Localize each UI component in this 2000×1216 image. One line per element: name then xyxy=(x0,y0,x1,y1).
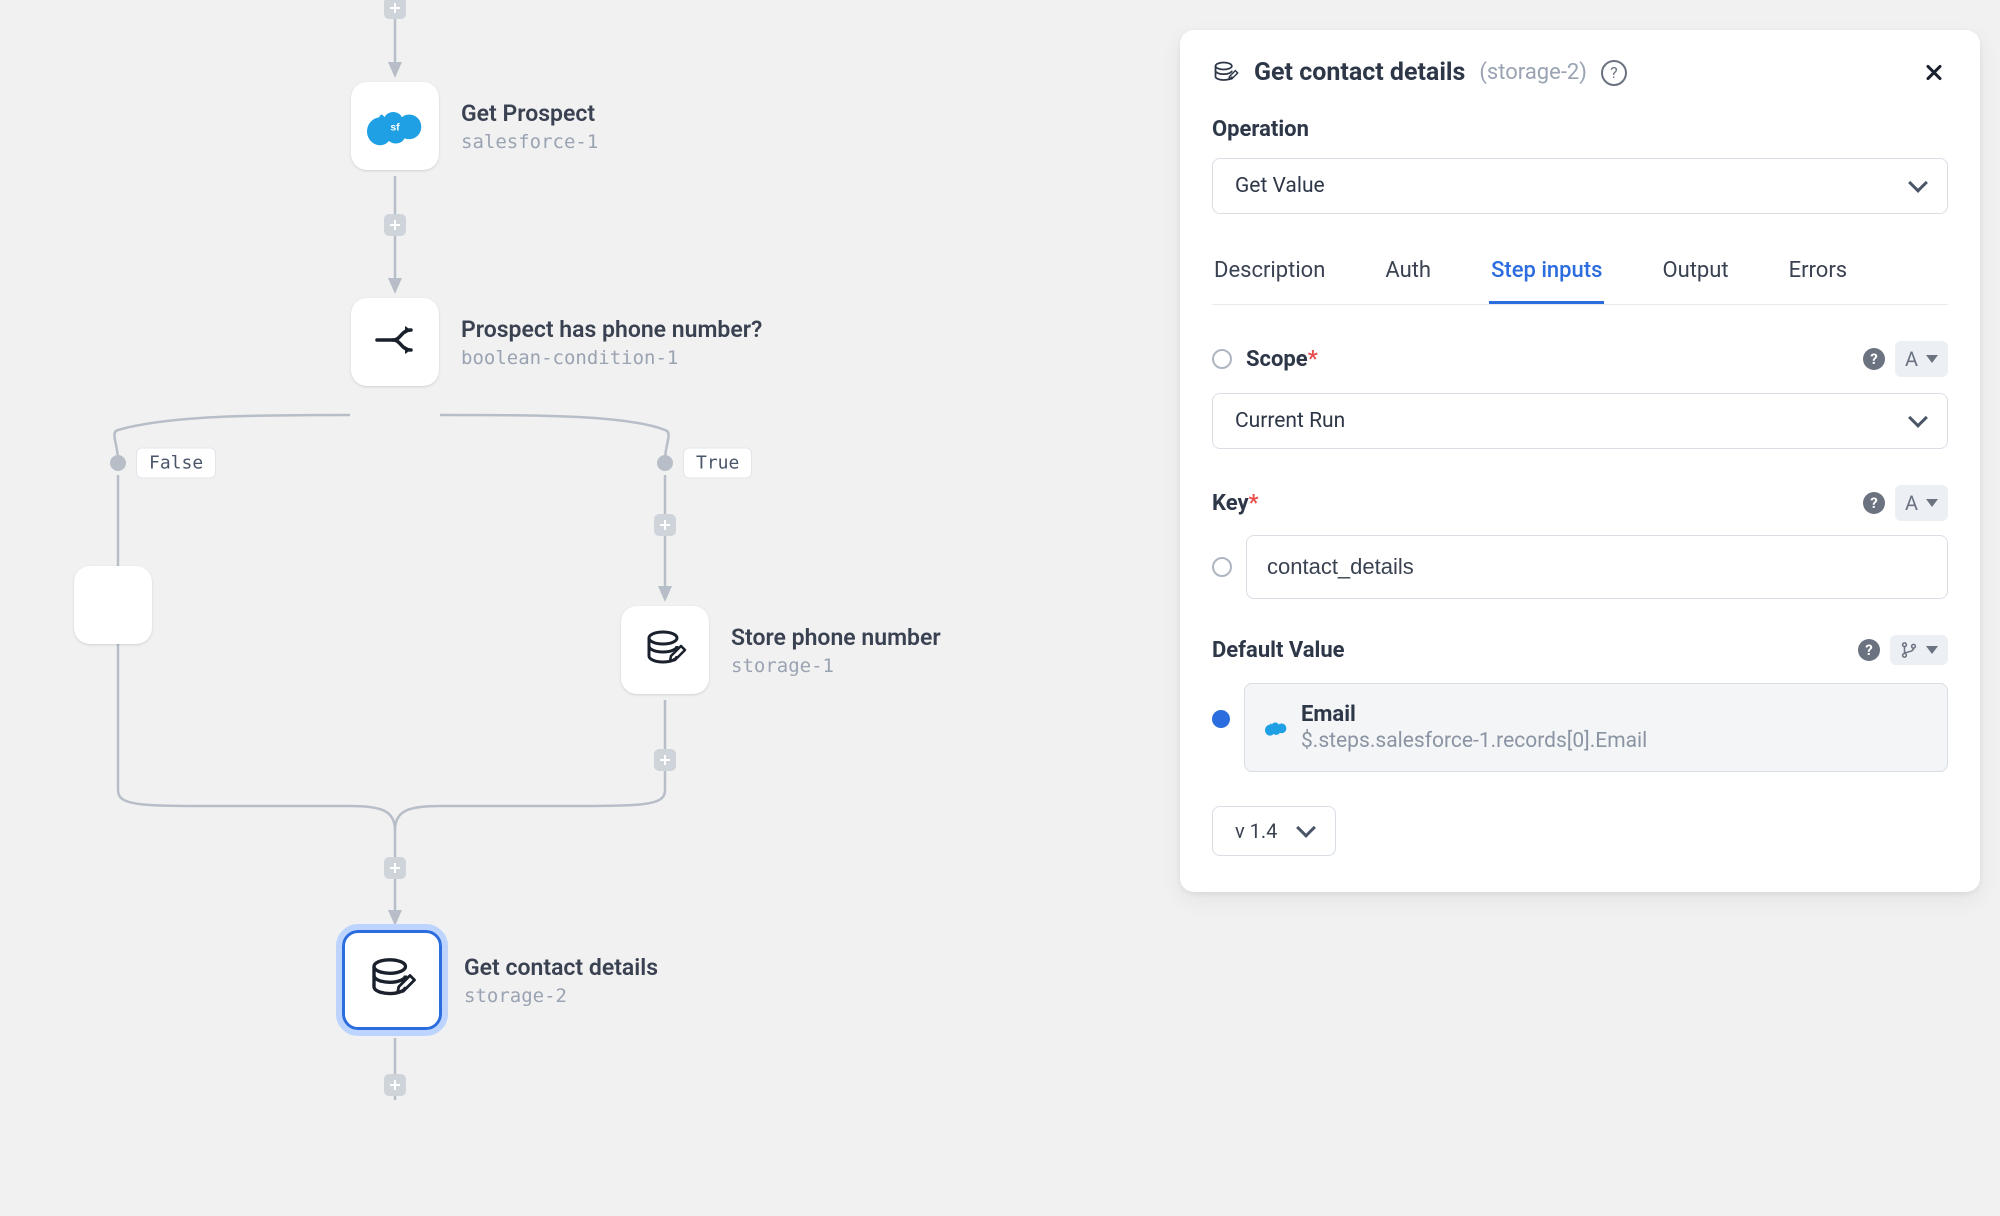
add-step-button[interactable] xyxy=(654,514,676,536)
help-icon[interactable]: ? xyxy=(1601,60,1627,86)
version-select[interactable]: v 1.4 xyxy=(1212,806,1336,856)
workflow-canvas[interactable]: False True sf Get Prospect salesforce-1 xyxy=(0,0,1075,1216)
add-step-button[interactable] xyxy=(384,857,406,879)
field-key: Key* ? A xyxy=(1212,485,1948,521)
node-empty-placeholder[interactable] xyxy=(74,566,152,644)
key-label: Key* xyxy=(1212,491,1259,516)
node-box[interactable] xyxy=(74,566,152,644)
storage-edit-icon xyxy=(365,953,419,1007)
salesforce-icon xyxy=(1265,720,1287,736)
default-value-type-toggle[interactable] xyxy=(1890,635,1948,665)
operation-label: Operation xyxy=(1212,117,1948,142)
add-step-button[interactable] xyxy=(384,214,406,236)
help-icon[interactable]: ? xyxy=(1858,639,1880,661)
node-get-prospect[interactable]: sf Get Prospect salesforce-1 xyxy=(351,82,598,170)
chevron-down-icon xyxy=(1926,499,1938,507)
node-condition[interactable]: Prospect has phone number? boolean-condi… xyxy=(351,298,762,386)
chevron-down-icon xyxy=(1908,408,1928,428)
panel-title: Get contact details xyxy=(1254,58,1465,87)
branch-dot-false xyxy=(110,455,126,471)
default-value-pill[interactable]: Email $.steps.salesforce-1.records[0].Em… xyxy=(1244,683,1948,772)
branch-dot-true xyxy=(657,455,673,471)
step-config-panel: Get contact details (storage-2) ? Operat… xyxy=(1180,30,1980,892)
scope-label: Scope* xyxy=(1246,347,1318,372)
panel-tabs: Description Auth Step inputs Output Erro… xyxy=(1212,248,1948,305)
chevron-down-icon xyxy=(1926,646,1938,654)
node-box[interactable] xyxy=(621,606,709,694)
node-box[interactable] xyxy=(351,298,439,386)
scope-value: Current Run xyxy=(1235,409,1345,433)
jsonpath-icon xyxy=(1900,641,1918,659)
node-title: Store phone number xyxy=(731,624,941,651)
tab-errors[interactable]: Errors xyxy=(1787,248,1850,304)
field-scope: Scope* ? A xyxy=(1212,341,1948,377)
node-store-phone[interactable]: Store phone number storage-1 xyxy=(621,606,941,694)
node-subtitle: salesforce-1 xyxy=(461,131,598,153)
scope-indicator xyxy=(1212,349,1232,369)
branch-icon xyxy=(371,318,419,366)
chevron-down-icon xyxy=(1297,818,1317,838)
node-subtitle: storage-1 xyxy=(731,655,941,677)
node-box[interactable]: sf xyxy=(351,82,439,170)
branch-label-true: True xyxy=(683,448,752,479)
svg-text:sf: sf xyxy=(390,121,400,133)
default-value-indicator xyxy=(1212,710,1230,728)
key-indicator xyxy=(1212,557,1232,577)
chevron-down-icon xyxy=(1908,173,1928,193)
tab-description[interactable]: Description xyxy=(1212,248,1327,304)
scope-select[interactable]: Current Run xyxy=(1212,393,1948,449)
salesforce-icon: sf xyxy=(367,106,423,146)
node-subtitle: storage-2 xyxy=(464,985,658,1007)
tab-auth[interactable]: Auth xyxy=(1383,248,1433,304)
field-default-value: Default Value ? xyxy=(1212,635,1948,665)
node-title: Get Prospect xyxy=(461,100,598,127)
storage-edit-icon xyxy=(1212,59,1240,87)
tab-step-inputs[interactable]: Step inputs xyxy=(1489,248,1604,304)
node-get-contact[interactable]: Get contact details storage-2 xyxy=(342,930,658,1030)
node-title: Prospect has phone number? xyxy=(461,316,762,343)
version-value: v 1.4 xyxy=(1235,819,1277,843)
scope-type-toggle[interactable]: A xyxy=(1895,341,1948,377)
panel-subtitle: (storage-2) xyxy=(1479,60,1587,85)
panel-header: Get contact details (storage-2) ? xyxy=(1212,58,1948,87)
default-value-label: Default Value xyxy=(1212,638,1345,663)
close-button[interactable] xyxy=(1920,58,1948,86)
tab-output[interactable]: Output xyxy=(1660,248,1730,304)
node-box[interactable] xyxy=(342,930,442,1030)
key-input[interactable] xyxy=(1246,535,1948,599)
operation-select[interactable]: Get Value xyxy=(1212,158,1948,214)
node-title: Get contact details xyxy=(464,954,658,981)
add-step-button[interactable] xyxy=(654,749,676,771)
help-icon[interactable]: ? xyxy=(1863,348,1885,370)
branch-label-false: False xyxy=(136,448,216,479)
node-subtitle: boolean-condition-1 xyxy=(461,347,762,369)
storage-edit-icon xyxy=(641,626,689,674)
add-step-button[interactable] xyxy=(384,0,406,19)
default-value-path: $.steps.salesforce-1.records[0].Email xyxy=(1301,729,1647,753)
help-icon[interactable]: ? xyxy=(1863,492,1885,514)
add-step-button[interactable] xyxy=(384,1074,406,1096)
operation-value: Get Value xyxy=(1235,174,1325,198)
chevron-down-icon xyxy=(1926,355,1938,363)
default-value-title: Email xyxy=(1301,702,1647,727)
key-type-toggle[interactable]: A xyxy=(1895,485,1948,521)
